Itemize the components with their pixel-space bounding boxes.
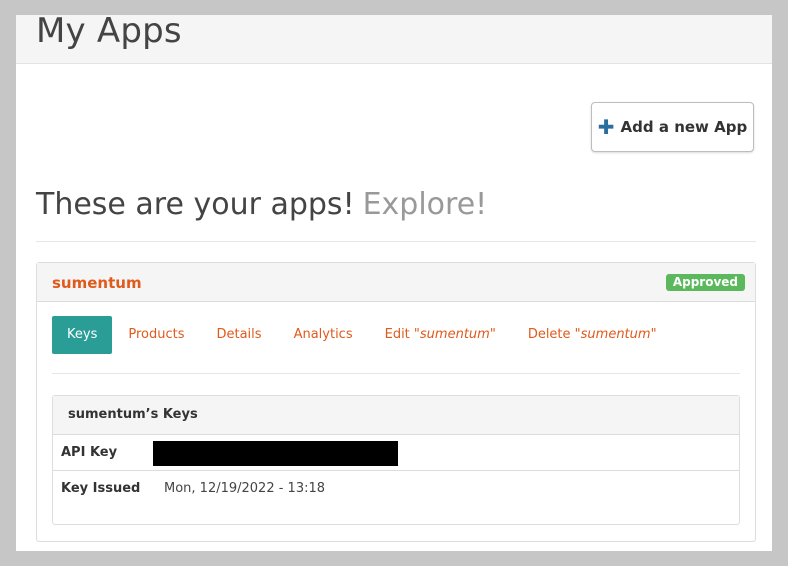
status-badge: Approved [665,274,745,291]
divider [36,241,756,242]
plus-icon: ✚ [597,115,615,139]
app-tabs: Keys Products Details Analytics Edit "su… [52,316,673,354]
tabs-divider [52,373,740,374]
page-frame: My Apps ✚ Add a new App These are your a… [16,11,772,551]
app-panel-header: sumentum Approved [37,263,755,302]
app-panel: sumentum Approved Keys Products Details … [36,262,756,542]
page-title: My Apps [36,11,182,51]
key-issued-row: Key Issued Mon, 12/19/2022 - 13:18 [53,471,739,506]
add-new-app-label: Add a new App [620,118,748,136]
api-key-row: API Key [53,435,739,471]
tab-edit-suffix: " [489,327,496,342]
keys-panel: sumentum’s Keys API Key Key Issued Mon, … [52,395,740,525]
tab-edit-prefix: Edit " [384,327,420,342]
api-key-label: API Key [61,445,118,460]
tab-products[interactable]: Products [112,316,200,354]
app-name-link[interactable]: sumentum [52,274,142,292]
key-issued-value: Mon, 12/19/2022 - 13:18 [164,481,326,496]
tab-details[interactable]: Details [200,316,277,354]
tab-analytics[interactable]: Analytics [278,316,369,354]
keys-panel-title: sumentum’s Keys [53,396,739,435]
tab-edit[interactable]: Edit "sumentum" [369,316,512,354]
page-header: My Apps [16,11,772,64]
tab-delete-prefix: Delete " [527,327,581,342]
api-key-redacted-value [153,441,398,466]
tab-delete[interactable]: Delete "sumentum" [512,316,673,354]
tab-delete-app-name: sumentum [580,327,651,342]
tab-keys[interactable]: Keys [52,316,113,354]
explore-link[interactable]: Explore! [363,187,488,222]
apps-heading-text: These are your apps! [36,187,355,222]
tab-delete-suffix: " [650,327,657,342]
add-new-app-button[interactable]: ✚ Add a new App [591,102,754,152]
apps-heading: These are your apps! Explore! [36,187,487,222]
tab-edit-app-name: sumentum [419,327,490,342]
key-issued-label: Key Issued [61,481,141,496]
